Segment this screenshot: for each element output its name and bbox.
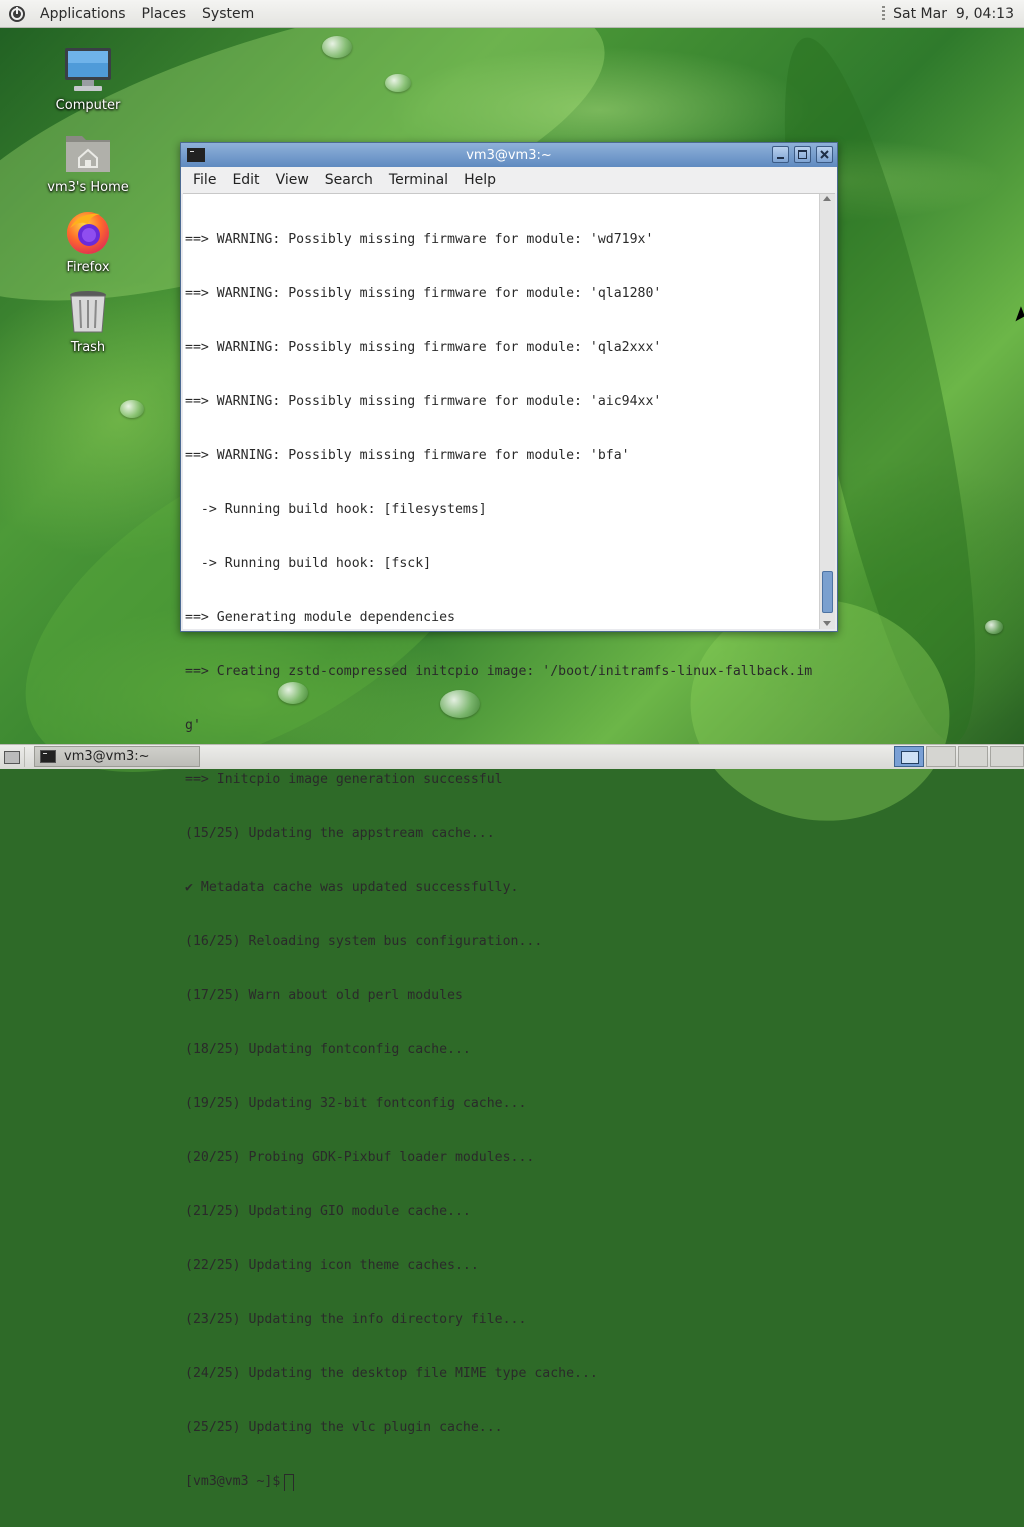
terminal-line: ==> Creating zstd-compressed initcpio im… bbox=[185, 664, 813, 679]
terminal-line: (15/25) Updating the appstream cache... bbox=[185, 826, 495, 841]
maximize-button[interactable] bbox=[794, 146, 811, 163]
desktop-icon-label: Firefox bbox=[66, 260, 110, 275]
trash-icon bbox=[62, 288, 114, 336]
workspace-1[interactable] bbox=[894, 746, 924, 767]
desktop-icon-computer[interactable]: Computer bbox=[40, 46, 136, 113]
desktop-icon-label: Computer bbox=[55, 98, 121, 113]
terminal-line: (16/25) Reloading system bus configurati… bbox=[185, 934, 543, 949]
places-menu[interactable]: Places bbox=[134, 6, 195, 22]
terminal-output[interactable]: ==> WARNING: Possibly missing firmware f… bbox=[183, 193, 835, 1491]
terminal-line: (20/25) Probing GDK-Pixbuf loader module… bbox=[185, 1150, 535, 1165]
terminal-line: ✔ Metadata cache was updated successfull… bbox=[185, 880, 519, 895]
terminal-line: ==> WARNING: Possibly missing firmware f… bbox=[185, 232, 654, 247]
menu-edit[interactable]: Edit bbox=[224, 172, 267, 188]
terminal-line: ==> Initcpio image generation successful bbox=[185, 772, 503, 787]
home-folder-icon bbox=[62, 128, 114, 176]
shell-prompt: [vm3@vm3 ~]$ bbox=[185, 1474, 281, 1489]
menu-view[interactable]: View bbox=[268, 172, 317, 188]
text-cursor bbox=[284, 1474, 295, 1491]
terminal-prompt-line[interactable]: [vm3@vm3 ~]$ bbox=[185, 1473, 817, 1491]
terminal-line: ==> WARNING: Possibly missing firmware f… bbox=[185, 340, 662, 355]
workspace-4[interactable] bbox=[990, 746, 1024, 767]
applications-logo-icon[interactable] bbox=[8, 5, 26, 23]
applications-menu[interactable]: Applications bbox=[32, 6, 134, 22]
terminal-line: (25/25) Updating the vlc plugin cache... bbox=[185, 1420, 503, 1435]
terminal-line: -> Running build hook: [fsck] bbox=[185, 556, 432, 571]
system-menu[interactable]: System bbox=[194, 6, 262, 22]
terminal-line: ==> WARNING: Possibly missing firmware f… bbox=[185, 286, 662, 301]
terminal-line: (23/25) Updating the info directory file… bbox=[185, 1312, 527, 1327]
panel-handle-icon bbox=[882, 5, 886, 22]
scrollbar-thumb[interactable] bbox=[822, 571, 833, 613]
terminal-menubar: File Edit View Search Terminal Help bbox=[181, 167, 837, 193]
menu-terminal[interactable]: Terminal bbox=[381, 172, 456, 188]
terminal-scrollbar[interactable] bbox=[819, 194, 835, 629]
window-title: vm3@vm3:~ bbox=[466, 147, 552, 163]
desktop-icon-trash[interactable]: Trash bbox=[40, 288, 136, 355]
scroll-up-arrow-icon[interactable] bbox=[823, 196, 831, 201]
terminal-window[interactable]: vm3@vm3:~ File Edit View Search Terminal… bbox=[180, 142, 838, 1491]
workspace-2[interactable] bbox=[926, 746, 956, 767]
desktop-icon-firefox[interactable]: Firefox bbox=[40, 208, 136, 275]
terminal-line: ==> Generating module dependencies bbox=[185, 610, 455, 625]
terminal-line: ==> WARNING: Possibly missing firmware f… bbox=[185, 448, 630, 463]
desktop-icon-label: vm3's Home bbox=[47, 180, 129, 195]
show-desktop-button[interactable] bbox=[0, 747, 25, 767]
terminal-line: (22/25) Updating icon theme caches... bbox=[185, 1258, 479, 1273]
terminal-line: (21/25) Updating GIO module cache... bbox=[185, 1204, 471, 1219]
workspace-3[interactable] bbox=[958, 746, 988, 767]
terminal-line: (18/25) Updating fontconfig cache... bbox=[185, 1042, 471, 1057]
menu-help[interactable]: Help bbox=[456, 172, 504, 188]
minimize-icon bbox=[777, 156, 784, 159]
close-button[interactable] bbox=[816, 146, 833, 163]
terminal-line: (19/25) Updating 32-bit fontconfig cache… bbox=[185, 1096, 527, 1111]
computer-icon bbox=[62, 46, 114, 94]
desktop-icon-label: Trash bbox=[70, 340, 106, 355]
clock-area: Sat Mar 9, 04:13 bbox=[882, 0, 1014, 27]
taskbar-window-label: vm3@vm3:~ bbox=[64, 749, 150, 764]
window-titlebar[interactable]: vm3@vm3:~ bbox=[181, 143, 837, 167]
terminal-line: (17/25) Warn about old perl modules bbox=[185, 988, 463, 1003]
taskbar-window-button[interactable]: vm3@vm3:~ bbox=[34, 746, 200, 767]
menu-file[interactable]: File bbox=[185, 172, 224, 188]
minimize-button[interactable] bbox=[772, 146, 789, 163]
terminal-text-area[interactable]: ==> WARNING: Possibly missing firmware f… bbox=[185, 194, 817, 1527]
clock[interactable]: Sat Mar 9, 04:13 bbox=[893, 6, 1014, 22]
menu-search[interactable]: Search bbox=[317, 172, 381, 188]
terminal-line: g' bbox=[185, 718, 201, 733]
desktop-icon-home[interactable]: vm3's Home bbox=[40, 128, 136, 195]
scroll-down-arrow-icon[interactable] bbox=[823, 621, 831, 626]
terminal-line: (24/25) Updating the desktop file MIME t… bbox=[185, 1366, 598, 1381]
close-icon bbox=[820, 150, 829, 159]
terminal-icon bbox=[40, 750, 56, 763]
terminal-line: -> Running build hook: [filesystems] bbox=[185, 502, 487, 517]
terminal-line: ==> WARNING: Possibly missing firmware f… bbox=[185, 394, 662, 409]
maximize-icon bbox=[798, 150, 807, 159]
bottom-panel: vm3@vm3:~ bbox=[0, 744, 1024, 769]
top-panel: Applications Places System Sat Mar 9, 04… bbox=[0, 0, 1024, 28]
firefox-icon bbox=[62, 208, 114, 256]
